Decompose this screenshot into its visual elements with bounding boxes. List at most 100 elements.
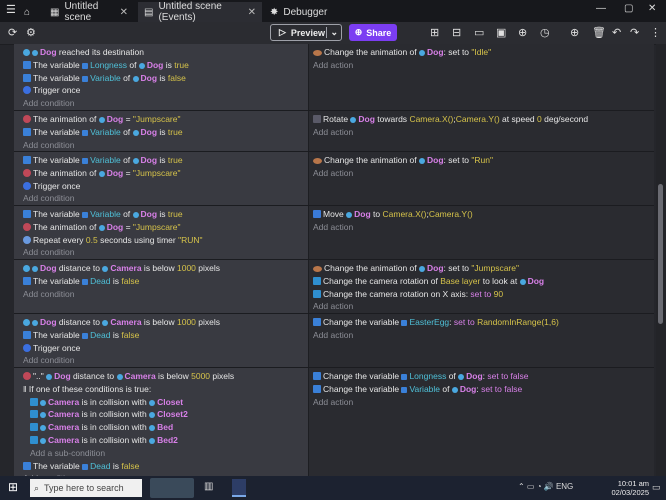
condition-line[interactable]: The variable Dead is false bbox=[23, 460, 139, 473]
condition-line[interactable]: The variable Variable of Dog is false bbox=[23, 72, 186, 85]
object-name[interactable]: Dog bbox=[466, 371, 483, 381]
close-icon[interactable]: ✕ bbox=[248, 7, 256, 18]
menu-icon[interactable]: ☰ bbox=[6, 3, 16, 16]
condition-line[interactable]: Trigger once bbox=[23, 180, 80, 193]
history-icon[interactable]: ◷ bbox=[540, 26, 550, 39]
tray-icons[interactable]: ⌃ ▭ ◔ 🔊 ENG bbox=[518, 482, 573, 491]
action-line[interactable]: Change the camera rotation of Base layer… bbox=[313, 275, 544, 288]
event-row[interactable]: Dog distance to Camera is below 1000 pix… bbox=[14, 260, 654, 314]
add-action-link[interactable]: Add action bbox=[313, 396, 353, 409]
condition-line[interactable]: The variable Longness of Dog is true bbox=[23, 59, 189, 72]
variable-name[interactable]: Dead bbox=[90, 276, 110, 286]
condition-line[interactable]: Trigger once bbox=[23, 342, 80, 355]
object-name[interactable]: Dog bbox=[528, 276, 545, 286]
action-line[interactable]: Move Dog to Camera.X();Camera.Y() bbox=[313, 208, 473, 221]
condition-line[interactable]: The animation of Dog = "Jumpscare" bbox=[23, 113, 181, 126]
add-group-icon[interactable]: ▣ bbox=[496, 26, 506, 39]
add-action-link[interactable]: Add action bbox=[313, 126, 353, 139]
condition-line[interactable]: Dog reached its destination bbox=[23, 46, 144, 59]
conditions-panel[interactable]: The variable Variable of Dog is true The … bbox=[14, 152, 308, 205]
notifications-icon[interactable]: ▭ bbox=[652, 482, 661, 493]
object-name[interactable]: Dog bbox=[40, 317, 57, 327]
gear-icon[interactable]: ⚙ bbox=[26, 26, 36, 39]
add-action-link[interactable]: Add action bbox=[313, 221, 353, 234]
action-line[interactable]: Change the animation of Dog: set to "Idl… bbox=[313, 46, 491, 59]
refresh-icon[interactable]: ⟳ bbox=[8, 26, 17, 39]
condition-line[interactable]: The variable Variable of Dog is true bbox=[23, 154, 183, 167]
condition-line[interactable]: ".." Dog distance to Camera is below 500… bbox=[23, 370, 234, 383]
object-name[interactable]: Dog bbox=[460, 384, 477, 394]
object-name[interactable]: Dog bbox=[107, 114, 124, 124]
condition-line[interactable]: The animation of Dog = "Jumpscare" bbox=[23, 167, 181, 180]
actions-panel[interactable]: Change the animation of Dog: set to "Idl… bbox=[308, 44, 654, 110]
conditions-panel[interactable]: Dog distance to Camera is below 1000 pix… bbox=[14, 260, 308, 313]
object-name[interactable]: Dog bbox=[358, 114, 375, 124]
condition-line[interactable]: Dog distance to Camera is below 1000 pix… bbox=[23, 262, 220, 275]
tab-untitled-scene[interactable]: ▦ Untitled scene ✕ bbox=[44, 1, 134, 23]
object-name[interactable]: Camera bbox=[48, 409, 79, 419]
object-name[interactable]: Bed bbox=[157, 422, 173, 432]
object-name[interactable]: Dog bbox=[141, 73, 158, 83]
variable-name[interactable]: EasterEgg bbox=[409, 317, 449, 327]
event-row[interactable]: The variable Variable of Dog is true The … bbox=[14, 206, 654, 260]
add-action-link[interactable]: Add action bbox=[313, 300, 353, 313]
condition-line[interactable]: Dog distance to Camera is below 1000 pix… bbox=[23, 316, 220, 329]
object-name[interactable]: Camera bbox=[110, 317, 141, 327]
tab-untitled-scene-events[interactable]: ▤ Untitled scene (Events) ✕ bbox=[138, 1, 262, 23]
object-name[interactable]: Dog bbox=[141, 155, 158, 165]
conditions-panel[interactable]: ".." Dog distance to Camera is below 500… bbox=[14, 368, 308, 476]
object-name[interactable]: Closet bbox=[157, 397, 183, 407]
condition-line[interactable]: The variable Dead is false bbox=[23, 275, 139, 288]
scrollbar-thumb[interactable] bbox=[658, 184, 663, 324]
variable-name[interactable]: Variable bbox=[90, 155, 121, 165]
actions-panel[interactable]: Change the variable Longness of Dog: set… bbox=[308, 368, 654, 476]
actions-panel[interactable]: Change the animation of Dog: set to "Run… bbox=[308, 152, 654, 205]
add-condition-link[interactable]: Add condition bbox=[23, 354, 75, 367]
condition-line[interactable]: ‖ If one of these conditions is true: bbox=[23, 383, 151, 396]
window-close-icon[interactable]: ✕ bbox=[648, 3, 656, 14]
action-line[interactable]: Rotate Dog towards Camera.X();Camera.Y()… bbox=[313, 113, 588, 126]
variable-name[interactable]: Variable bbox=[409, 384, 440, 394]
action-line[interactable]: Change the variable Variable of Dog: set… bbox=[313, 383, 522, 396]
object-name[interactable]: Camera bbox=[125, 371, 156, 381]
event-row[interactable]: The variable Variable of Dog is true The … bbox=[14, 152, 654, 206]
condition-line[interactable]: Camera is in collision with Closet bbox=[30, 396, 183, 409]
object-name[interactable]: Dog bbox=[107, 168, 124, 178]
condition-line[interactable]: The variable Variable of Dog is true bbox=[23, 208, 183, 221]
condition-line[interactable]: Repeat every 0.5 seconds using timer "RU… bbox=[23, 234, 203, 247]
add-icon[interactable]: ⊕ bbox=[570, 26, 579, 39]
object-name[interactable]: Dog bbox=[107, 222, 124, 232]
object-name[interactable]: Camera bbox=[48, 422, 79, 432]
preview-button[interactable]: ▷ Preview ⌄ bbox=[270, 24, 342, 41]
variable-name[interactable]: Variable bbox=[90, 127, 121, 137]
object-name[interactable]: Camera bbox=[110, 263, 141, 273]
variable-name[interactable]: Longness bbox=[409, 371, 446, 381]
add-condition-link[interactable]: Add condition bbox=[23, 97, 75, 110]
condition-line[interactable]: The variable Variable of Dog is true bbox=[23, 126, 183, 139]
variable-name[interactable]: Variable bbox=[90, 209, 121, 219]
variable-name[interactable]: Longness bbox=[90, 60, 127, 70]
condition-line[interactable]: Camera is in collision with Closet2 bbox=[30, 408, 188, 421]
add-condition-link[interactable]: Add condition bbox=[23, 246, 75, 259]
add-action-link[interactable]: Add action bbox=[313, 59, 353, 72]
variable-name[interactable]: Dead bbox=[90, 461, 110, 471]
condition-line[interactable]: The animation of Dog = "Jumpscare" bbox=[23, 221, 181, 234]
event-row[interactable]: The animation of Dog = "Jumpscare" The va… bbox=[14, 111, 654, 152]
variable-name[interactable]: Dead bbox=[90, 330, 110, 340]
home-tab[interactable]: ⌂ bbox=[24, 2, 38, 22]
actions-panel[interactable]: Rotate Dog towards Camera.X();Camera.Y()… bbox=[308, 111, 654, 151]
actions-panel[interactable]: Change the animation of Dog: set to "Jum… bbox=[308, 260, 654, 313]
scrollbar[interactable] bbox=[656, 44, 666, 476]
object-name[interactable]: Dog bbox=[141, 127, 158, 137]
conditions-panel[interactable]: The animation of Dog = "Jumpscare" The va… bbox=[14, 111, 308, 151]
close-icon[interactable]: ✕ bbox=[120, 7, 128, 18]
action-line[interactable]: Change the camera rotation on X axis: se… bbox=[313, 288, 503, 301]
add-subevent-icon[interactable]: ⊟ bbox=[452, 26, 461, 39]
object-name[interactable]: Dog bbox=[40, 47, 57, 57]
task-view-icon[interactable]: ▥ bbox=[204, 481, 213, 492]
event-row[interactable]: Dog distance to Camera is below 1000 pix… bbox=[14, 314, 654, 368]
object-name[interactable]: Dog bbox=[54, 371, 71, 381]
minimize-icon[interactable]: — bbox=[596, 3, 606, 14]
more-icon[interactable]: ⋮ bbox=[650, 26, 661, 39]
object-name[interactable]: Dog bbox=[147, 60, 164, 70]
